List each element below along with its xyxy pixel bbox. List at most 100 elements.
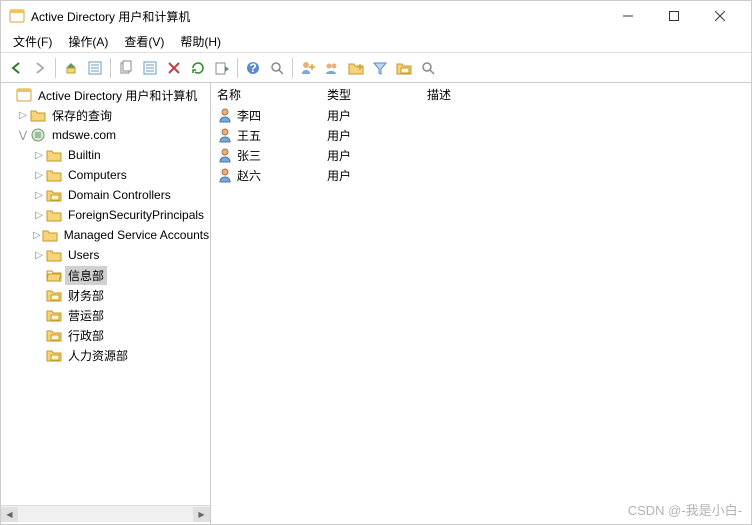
tree-label: 人力资源部 — [65, 346, 131, 365]
window-title: Active Directory 用户和计算机 — [31, 8, 605, 25]
ou-icon — [46, 187, 62, 203]
expand-icon[interactable]: ▷ — [33, 250, 45, 261]
user-icon — [217, 107, 233, 123]
close-button[interactable] — [697, 1, 743, 31]
tree-ou-admin[interactable]: 行政部 — [1, 325, 210, 345]
properties-button[interactable] — [139, 57, 161, 79]
expand-icon[interactable]: ▷ — [33, 210, 45, 221]
row-type: 用户 — [321, 166, 421, 185]
tree-computers[interactable]: ▷ Computers — [1, 165, 210, 185]
folder-icon — [30, 107, 46, 123]
list-row[interactable]: 张三用户 — [211, 145, 751, 165]
menu-help[interactable]: 帮助(H) — [172, 31, 229, 52]
collapse-icon[interactable]: ⋁ — [17, 130, 29, 141]
menu-view[interactable]: 查看(V) — [116, 31, 172, 52]
tree-horizontal-scrollbar[interactable]: ◀ ▶ — [1, 505, 210, 522]
find-users-button[interactable] — [417, 57, 439, 79]
tree-root[interactable]: Active Directory 用户和计算机 — [1, 85, 210, 105]
list-row[interactable]: 赵六用户 — [211, 165, 751, 185]
list-row[interactable]: 李四 用户 — [211, 105, 751, 125]
tree-ou-finance[interactable]: 财务部 — [1, 285, 210, 305]
ou-open-icon — [46, 267, 62, 283]
tree-ou-hr[interactable]: 人力资源部 — [1, 345, 210, 365]
tree-users[interactable]: ▷ Users — [1, 245, 210, 265]
tree-label: Builtin — [65, 147, 104, 163]
toolbar-separator — [292, 58, 293, 78]
expand-icon[interactable]: ▷ — [33, 190, 45, 201]
user-icon — [217, 167, 233, 183]
cut-button[interactable] — [115, 57, 137, 79]
row-name: 张三 — [237, 147, 261, 164]
ou-icon — [46, 327, 62, 343]
menu-bar: 文件(F) 操作(A) 查看(V) 帮助(H) — [1, 31, 751, 53]
new-group-button[interactable] — [321, 57, 343, 79]
ou-icon — [46, 287, 62, 303]
tree-label: 营运部 — [65, 306, 107, 325]
expand-icon[interactable]: ▷ — [33, 170, 45, 181]
tree-ou-info[interactable]: 信息部 — [1, 265, 210, 285]
list-row[interactable]: 王五 用户 — [211, 125, 751, 145]
row-name: 王五 — [237, 127, 261, 144]
tree-msa[interactable]: ▷ Managed Service Accounts — [1, 225, 210, 245]
filter-button[interactable] — [369, 57, 391, 79]
toolbar-separator — [110, 58, 111, 78]
column-type[interactable]: 类型 — [321, 84, 421, 105]
scroll-left-icon[interactable]: ◀ — [1, 507, 18, 522]
filter-options-button[interactable] — [393, 57, 415, 79]
tree-label: Users — [65, 247, 102, 263]
toolbar-separator — [55, 58, 56, 78]
list-header: 名称 类型 描述 — [211, 83, 751, 105]
row-desc — [421, 114, 751, 116]
help-button[interactable] — [242, 57, 264, 79]
refresh-button[interactable] — [187, 57, 209, 79]
up-button[interactable] — [60, 57, 82, 79]
row-type: 用户 — [321, 126, 421, 145]
row-name: 李四 — [237, 107, 261, 124]
maximize-button[interactable] — [651, 1, 697, 31]
tree-label: 行政部 — [65, 326, 107, 345]
tree-domain[interactable]: ⋁mdswe.com — [1, 125, 210, 145]
export-button[interactable] — [211, 57, 233, 79]
tree-label: Active Directory 用户和计算机 — [35, 86, 200, 105]
tree-saved-queries[interactable]: ▷ 保存的查询 — [1, 105, 210, 125]
tree-domain-controllers[interactable]: ▷ Domain Controllers — [1, 185, 210, 205]
tree-label: Managed Service Accounts — [61, 227, 210, 243]
row-desc — [421, 154, 751, 156]
column-name[interactable]: 名称 — [211, 84, 321, 105]
back-button[interactable] — [5, 57, 27, 79]
tree-label: 保存的查询 — [49, 106, 115, 125]
ou-icon — [46, 347, 62, 363]
row-desc — [421, 134, 751, 136]
domain-icon — [30, 127, 46, 143]
show-hide-tree-button[interactable] — [84, 57, 106, 79]
tree-label: Computers — [65, 167, 130, 183]
new-ou-button[interactable] — [345, 57, 367, 79]
row-type: 用户 — [321, 106, 421, 125]
minimize-button[interactable] — [605, 1, 651, 31]
expand-icon[interactable]: ▷ — [33, 230, 41, 241]
expand-icon[interactable]: ▷ — [33, 150, 45, 161]
tree-builtin[interactable]: ▷ Builtin — [1, 145, 210, 165]
menu-action[interactable]: 操作(A) — [60, 31, 116, 52]
folder-icon — [42, 227, 58, 243]
ou-icon — [46, 307, 62, 323]
tree-label: ForeignSecurityPrincipals — [65, 207, 207, 223]
list-pane: 名称 类型 描述 李四用户王五用户张三用户赵六用户 — [211, 83, 751, 524]
menu-file[interactable]: 文件(F) — [5, 31, 60, 52]
tree-label: Domain Controllers — [65, 187, 174, 203]
tree-pane: Active Directory 用户和计算机 ▷ 保存的查询 ⋁mdswe.co… — [1, 83, 211, 524]
scroll-right-icon[interactable]: ▶ — [193, 507, 210, 522]
find-button[interactable] — [266, 57, 288, 79]
app-icon — [9, 8, 25, 24]
tree-ou-ops[interactable]: 营运部 — [1, 305, 210, 325]
forward-button[interactable] — [29, 57, 51, 79]
row-desc — [421, 174, 751, 176]
delete-button[interactable] — [163, 57, 185, 79]
user-icon — [217, 147, 233, 163]
folder-icon — [46, 167, 62, 183]
tree-label: 财务部 — [65, 286, 107, 305]
new-user-button[interactable] — [297, 57, 319, 79]
column-desc[interactable]: 描述 — [421, 84, 751, 105]
tree-fsp[interactable]: ▷ ForeignSecurityPrincipals — [1, 205, 210, 225]
expand-icon[interactable]: ▷ — [17, 110, 29, 121]
